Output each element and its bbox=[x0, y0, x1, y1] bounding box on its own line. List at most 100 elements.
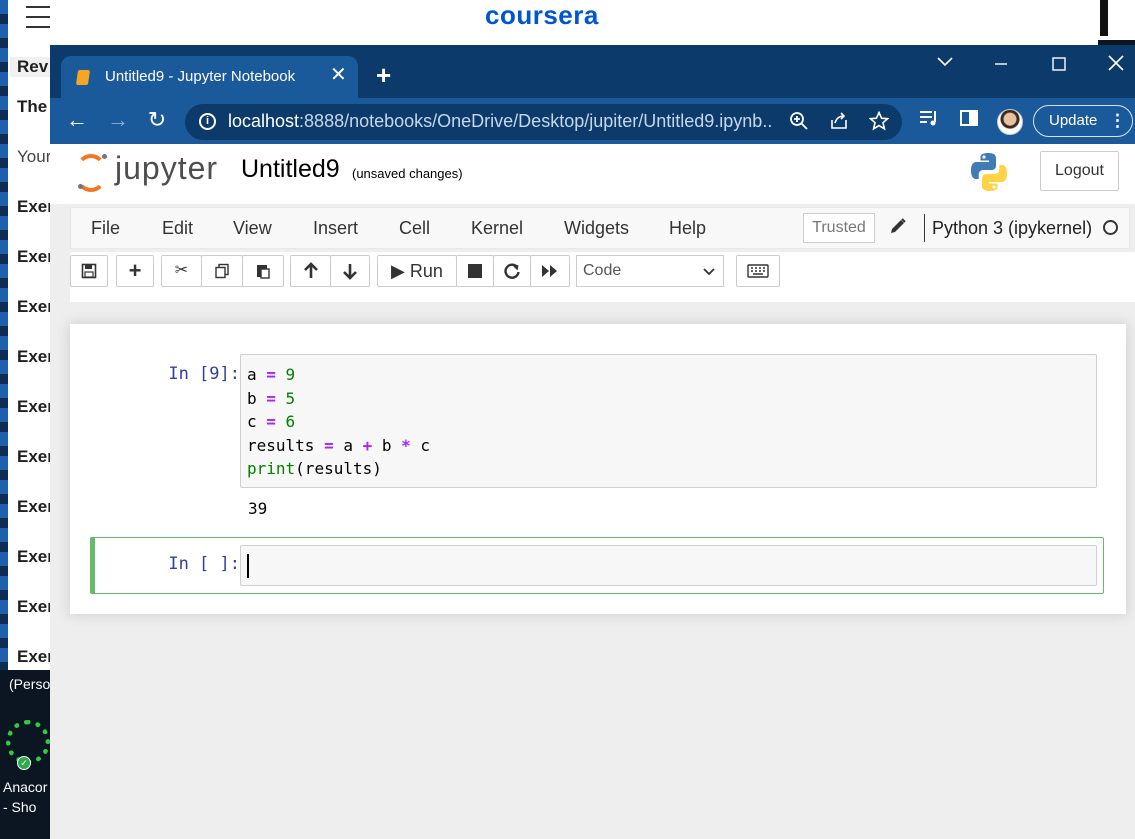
sidebar-item[interactable]: Exer bbox=[17, 547, 54, 567]
sidebar-item[interactable]: Exer bbox=[17, 297, 54, 317]
profile-avatar[interactable] bbox=[997, 109, 1023, 135]
share-icon[interactable] bbox=[829, 111, 849, 136]
sidebar-item[interactable]: The bbox=[17, 97, 47, 117]
browser-tab[interactable]: Untitled9 - Jupyter Notebook ✕ bbox=[61, 56, 358, 98]
stop-square-icon[interactable] bbox=[456, 255, 494, 287]
cell-type-select[interactable]: Code bbox=[576, 255, 724, 287]
kernel-idle-indicator-icon bbox=[1103, 220, 1118, 235]
cell-prompt: In [ ]: bbox=[168, 554, 240, 574]
sidebar-item[interactable]: Rev bbox=[10, 57, 55, 77]
code-line: c = 6 bbox=[247, 412, 296, 431]
desktop-shortcut-label[interactable]: Anacor - Sho bbox=[3, 777, 53, 817]
back-arrow-icon[interactable]: ← bbox=[63, 107, 91, 133]
desktop-shortcut-label-line1: Anacor bbox=[3, 779, 48, 795]
menu-insert[interactable]: Insert bbox=[313, 218, 358, 239]
media-playlist-icon[interactable] bbox=[918, 108, 940, 134]
cell-prompt: In [9]: bbox=[168, 364, 240, 384]
restart-run-all-icon[interactable] bbox=[530, 255, 570, 287]
text-cursor bbox=[247, 554, 249, 578]
menu-edit[interactable]: Edit bbox=[162, 218, 193, 239]
menu-kernel[interactable]: Kernel bbox=[471, 218, 523, 239]
new-tab-button[interactable]: + bbox=[376, 62, 391, 88]
url-host: localhost bbox=[228, 111, 300, 131]
url-path: :8888/notebooks/OneDrive/Desktop/jupiter… bbox=[299, 111, 773, 131]
zoom-icon[interactable] bbox=[789, 111, 809, 136]
code-input[interactable]: a = 9 b = 5 c = 6 results = a + b * c pr… bbox=[240, 354, 1097, 488]
kernel-divider bbox=[924, 214, 925, 242]
browser-toolbar: ← → ↻ i localhost:8888/notebooks/OneDriv… bbox=[50, 98, 1135, 144]
kernel-name[interactable]: Python 3 (ipykernel) bbox=[932, 218, 1092, 239]
sidebar-item[interactable]: Exer bbox=[17, 447, 54, 467]
tab-search-chevron-icon[interactable] bbox=[930, 51, 960, 75]
command-palette-keyboard-icon[interactable] bbox=[736, 255, 780, 287]
sidebar-item[interactable]: Exer bbox=[17, 247, 54, 267]
menu-help[interactable]: Help bbox=[669, 218, 706, 239]
sidebar-item[interactable]: Exer bbox=[17, 497, 54, 517]
tab-bar: Untitled9 - Jupyter Notebook ✕ + bbox=[50, 45, 1135, 98]
site-info-icon[interactable]: i bbox=[199, 113, 216, 130]
tab-close-icon[interactable]: ✕ bbox=[330, 65, 347, 85]
notebook-favicon-icon bbox=[75, 70, 91, 85]
menu-cell[interactable]: Cell bbox=[399, 218, 430, 239]
desktop-wallpaper-strip bbox=[0, 0, 8, 670]
sidebar-item[interactable]: Exer bbox=[17, 597, 54, 617]
more-menu-icon[interactable]: ⋮ bbox=[1109, 106, 1126, 136]
forward-arrow-icon[interactable]: → bbox=[104, 107, 132, 133]
browser-window: Untitled9 - Jupyter Notebook ✕ + ← → ↻ i… bbox=[50, 45, 1135, 839]
trusted-indicator[interactable]: Trusted bbox=[803, 213, 875, 243]
copy-icon[interactable] bbox=[201, 255, 243, 287]
move-down-arrow-icon[interactable] bbox=[330, 255, 370, 287]
cut-scissors-icon[interactable]: ✂ bbox=[161, 255, 202, 287]
save-button[interactable] bbox=[70, 255, 108, 287]
menu-widgets[interactable]: Widgets bbox=[564, 218, 629, 239]
notebook-toolbar: + ✂ ▶ Run Code bbox=[70, 252, 1135, 302]
menu-view[interactable]: View bbox=[233, 218, 272, 239]
address-bar[interactable]: i localhost:8888/notebooks/OneDrive/Desk… bbox=[185, 104, 902, 140]
logout-button[interactable]: Logout bbox=[1040, 151, 1119, 191]
jupyter-logo-text[interactable]: jupyter bbox=[115, 150, 218, 187]
update-button[interactable]: Update ⋮ bbox=[1033, 105, 1133, 137]
maximize-icon[interactable] bbox=[1044, 53, 1074, 77]
pencil-icon[interactable] bbox=[889, 217, 907, 240]
sidebar-item[interactable]: Exer bbox=[17, 397, 54, 417]
save-status: (unsaved changes) bbox=[352, 166, 463, 181]
cell-output: 39 bbox=[248, 499, 268, 518]
url-text[interactable]: localhost:8888/notebooks/OneDrive/Deskto… bbox=[228, 111, 773, 132]
code-line: results = a + b * c bbox=[247, 435, 431, 455]
selected-code-cell[interactable]: In [ ]: bbox=[90, 537, 1104, 594]
insert-cell-plus-icon[interactable]: + bbox=[116, 255, 154, 287]
notebook-container: In [9]: a = 9 b = 5 c = 6 results = a + … bbox=[70, 324, 1126, 614]
desktop-shortcut-label-line2: - Sho bbox=[3, 799, 37, 815]
run-play-icon: ▶ bbox=[391, 261, 405, 281]
run-button[interactable]: ▶ Run bbox=[377, 255, 457, 287]
hamburger-menu-icon[interactable] bbox=[26, 6, 50, 28]
side-panel-icon[interactable] bbox=[959, 108, 979, 134]
minimize-icon[interactable] bbox=[986, 53, 1016, 77]
coursera-logo[interactable]: coursera bbox=[485, 0, 599, 31]
sidebar-item[interactable]: Exer bbox=[17, 197, 54, 217]
code-cell[interactable]: In [9]: a = 9 b = 5 c = 6 results = a + … bbox=[90, 354, 1104, 518]
sidebar-item[interactable]: Exer bbox=[17, 347, 54, 367]
restart-kernel-icon[interactable] bbox=[493, 255, 531, 287]
jupyter-header: jupyter Untitled9 (unsaved changes) Logo… bbox=[50, 144, 1135, 204]
notebook-title[interactable]: Untitled9 bbox=[241, 155, 340, 184]
paste-icon[interactable] bbox=[242, 255, 284, 287]
python-logo-icon bbox=[968, 151, 1010, 193]
cell-type-value: Code bbox=[583, 262, 622, 279]
code-input[interactable] bbox=[240, 545, 1097, 586]
menu-file[interactable]: File bbox=[91, 218, 120, 239]
code-line: b = 5 bbox=[247, 388, 296, 408]
move-up-arrow-icon[interactable] bbox=[290, 255, 331, 287]
bookmark-star-icon[interactable] bbox=[868, 110, 890, 136]
code-line: print(results) bbox=[247, 459, 382, 478]
jupyter-logo-icon[interactable] bbox=[76, 154, 108, 192]
notebook-menubar: File Edit View Insert Cell Kernel Widget… bbox=[70, 207, 1130, 249]
sidebar-item[interactable]: Exer bbox=[17, 647, 54, 667]
chevron-down-icon bbox=[703, 257, 715, 287]
reload-icon[interactable]: ↻ bbox=[143, 107, 171, 133]
background-window-edge bbox=[1098, 0, 1135, 40]
sync-check-icon: ✓ bbox=[17, 756, 31, 770]
persona-text: (Perso bbox=[9, 676, 50, 692]
window-close-icon[interactable] bbox=[1101, 53, 1131, 77]
update-label: Update bbox=[1049, 112, 1098, 129]
